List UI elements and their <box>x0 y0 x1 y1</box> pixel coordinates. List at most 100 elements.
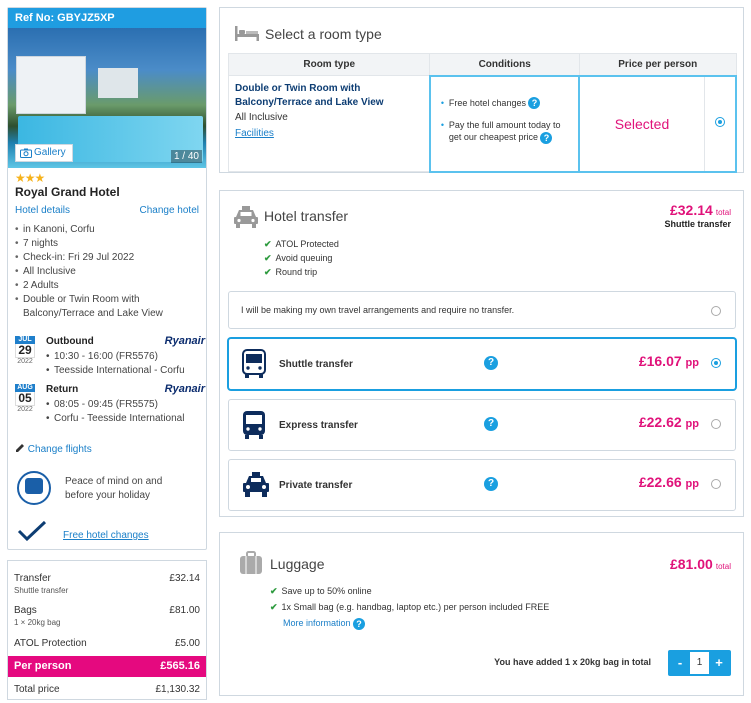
peace-of-mind-text: Peace of mind on and before your holiday <box>65 476 163 501</box>
feature-item: ✔ Save up to 50% online <box>270 583 549 599</box>
transfer-price: £32.14 total Shuttle transfer <box>664 202 731 229</box>
hotel-photo[interactable]: Gallery 1 / 40 <box>8 28 206 168</box>
express-price-value: £22.62 <box>638 414 682 430</box>
bus-icon <box>242 349 266 378</box>
fact-room: Double or Twin Room with Balcony/Terrace… <box>15 293 205 321</box>
fact-nights: 7 nights <box>15 237 205 251</box>
luggage-panel: Luggage £81.00 total ✔ Save up to 50% onl… <box>219 532 744 696</box>
bed-icon <box>235 26 259 41</box>
express-price-unit: pp <box>685 418 699 430</box>
transfer-option-shuttle[interactable]: Shuttle transfer ? £16.07 pp <box>228 338 736 390</box>
shuttle-transfer-price: £16.07 pp <box>639 353 699 369</box>
summary-transfer-sub: Shuttle transfer <box>14 586 69 595</box>
private-price-unit: pp <box>685 478 699 490</box>
more-info-link[interactable]: More information <box>283 618 351 628</box>
private-transfer-price: £22.66 pp <box>639 474 699 490</box>
per-person-bar: Per person £565.16 <box>8 656 206 677</box>
suitcase-icon <box>240 551 262 574</box>
help-icon[interactable]: ? <box>484 417 498 431</box>
fact-guests: 2 Adults <box>15 279 205 293</box>
return-day: 05 <box>15 392 35 406</box>
no-transfer-radio[interactable] <box>711 306 721 316</box>
transfer-panel-title: Hotel transfer <box>264 208 349 224</box>
taxi-icon <box>234 206 258 228</box>
summary-atol-label: ATOL Protection <box>14 638 87 649</box>
room-type-panel: Select a room type Room type Conditions … <box>219 7 744 173</box>
luggage-price: £81.00 total <box>670 556 731 572</box>
bag-count[interactable]: 1 <box>690 652 709 674</box>
outbound-route: Teesside International - Corfu <box>46 365 185 376</box>
more-info[interactable]: More information ? <box>270 615 549 631</box>
transfer-total: £32.14 <box>669 202 713 218</box>
check-icon: ✔ <box>264 267 272 277</box>
no-transfer-option[interactable]: I will be making my own travel arrangeme… <box>228 291 736 329</box>
total-label: Total price <box>14 684 60 695</box>
summary-atol: ATOL Protection £5.00 <box>14 638 200 649</box>
change-hotel-link[interactable]: Change hotel <box>140 205 200 216</box>
help-icon[interactable]: ? <box>484 477 498 491</box>
return-time: 08:05 - 09:45 (FR5575) <box>46 399 158 410</box>
outbound-time: 10:30 - 16:00 (FR5576) <box>46 351 158 362</box>
express-transfer-radio[interactable] <box>711 419 721 429</box>
check-icon: ✔ <box>264 253 272 263</box>
bus-icon <box>243 411 265 439</box>
shuttle-transfer-name: Shuttle transfer <box>279 359 353 370</box>
hotel-name: Royal Grand Hotel <box>15 185 120 199</box>
change-flights-link[interactable]: Change flights <box>15 443 92 455</box>
help-icon[interactable]: ? <box>528 97 541 110</box>
transfer-option-private[interactable]: Private transfer ? £22.66 pp <box>228 459 736 511</box>
check-icon: ✔ <box>270 586 278 596</box>
per-person-value: £565.16 <box>160 660 200 672</box>
room-panel-title: Select a room type <box>265 26 382 42</box>
room-board: All Inclusive <box>235 112 288 123</box>
booking-reference: Ref No: GBYJZ5XP <box>8 8 206 28</box>
increase-button[interactable]: + <box>709 652 729 674</box>
col-conditions: Conditions <box>429 53 580 76</box>
conditions-cell: • Free hotel changes ? • Pay the full am… <box>428 74 581 173</box>
transfer-option-express[interactable]: Express transfer ? £22.62 pp <box>228 399 736 451</box>
luggage-total: £81.00 <box>669 556 713 572</box>
facilities-link[interactable]: Facilities <box>235 128 274 139</box>
room-radio-cell[interactable] <box>703 74 737 173</box>
checkmark-icon <box>17 521 47 541</box>
selected-status: Selected <box>614 115 670 132</box>
shuttle-transfer-radio[interactable] <box>711 358 721 368</box>
gallery-label: Gallery <box>34 147 66 158</box>
feature-item: ✔ Round trip <box>264 265 339 279</box>
airline-logo: Ryanair <box>164 335 205 347</box>
col-room-type: Room type <box>227 53 431 76</box>
bag-quantity-stepper: - 1 + <box>668 650 731 676</box>
pencil-icon <box>16 444 24 452</box>
private-transfer-radio[interactable] <box>711 479 721 489</box>
check-icon: ✔ <box>270 602 278 612</box>
price-summary: Transfer Shuttle transfer £32.14 Bags 1 … <box>7 560 207 700</box>
free-hotel-changes-link[interactable]: Free hotel changes <box>63 530 149 541</box>
room-radio[interactable] <box>714 117 725 127</box>
fact-location: in Kanoni, Corfu <box>15 223 205 237</box>
summary-bags: Bags 1 × 20kg bag £81.00 <box>14 605 200 627</box>
fact-board: All Inclusive <box>15 265 205 279</box>
check-icon: ✔ <box>264 239 272 249</box>
room-name: Double or Twin Room with Balcony/Terrace… <box>235 83 384 108</box>
decrease-button[interactable]: - <box>670 652 690 674</box>
return-label: Return <box>46 384 79 395</box>
summary-transfer-value: £32.14 <box>169 573 200 584</box>
help-icon[interactable]: ? <box>484 356 498 370</box>
col-price: Price per person <box>578 53 737 76</box>
gallery-button[interactable]: Gallery <box>15 144 73 162</box>
help-icon[interactable]: ? <box>540 131 553 144</box>
outbound-year: 2022 <box>17 358 33 365</box>
help-icon[interactable]: ? <box>353 617 366 630</box>
protection-logo-icon <box>17 471 51 505</box>
summary-atol-value: £5.00 <box>174 638 200 649</box>
luggage-features: ✔ Save up to 50% online ✔ 1x Small bag (e.… <box>270 583 549 631</box>
hotel-transfer-panel: Hotel transfer £32.14 total Shuttle tran… <box>219 190 744 517</box>
transfer-total-suffix: total <box>715 208 731 217</box>
change-flights-label[interactable]: Change flights <box>28 444 92 455</box>
summary-bags-sub: 1 × 20kg bag <box>14 618 61 627</box>
no-transfer-label: I will be making my own travel arrangeme… <box>241 305 515 315</box>
luggage-panel-title: Luggage <box>270 556 325 572</box>
hotel-details-link[interactable]: Hotel details <box>15 205 70 216</box>
summary-total: Total price £1,130.32 <box>14 684 200 695</box>
shuttle-price-unit: pp <box>685 357 699 369</box>
